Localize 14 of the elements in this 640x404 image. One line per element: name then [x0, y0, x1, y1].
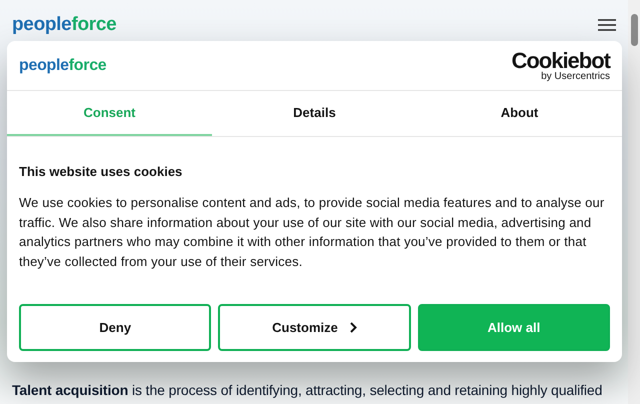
- tab[interactable]: Details: [212, 91, 417, 136]
- menu-icon[interactable]: [598, 19, 616, 31]
- logo[interactable]: peopleforce: [12, 14, 116, 36]
- deny-button[interactable]: Deny: [19, 304, 212, 351]
- cookiebot-logo: Cookiebot: [511, 50, 610, 72]
- cookiebot-byline: by Usercentrics: [541, 72, 610, 82]
- customize-button[interactable]: Customize: [218, 304, 411, 351]
- dialog-logo: peopleforce: [19, 56, 106, 74]
- dialog-title: This website uses cookies: [19, 164, 184, 179]
- article-paragraph: Talent acquisition is the process of identifying, attracting, selecting and retaining highly qualified: [12, 382, 604, 400]
- tab[interactable]: About: [417, 91, 622, 136]
- chevron-icon: [350, 322, 357, 333]
- dialog-text: We use cookies to personalise content and ads, to provide social media features and to analyse our traffic. We also share information about your use of our site with our social media, advertising and analytics partners who may combine it with other information that you’ve provided to them or that they’ve collected from your use of their services.: [19, 194, 606, 272]
- scrollbar-thumb[interactable]: [630, 14, 638, 46]
